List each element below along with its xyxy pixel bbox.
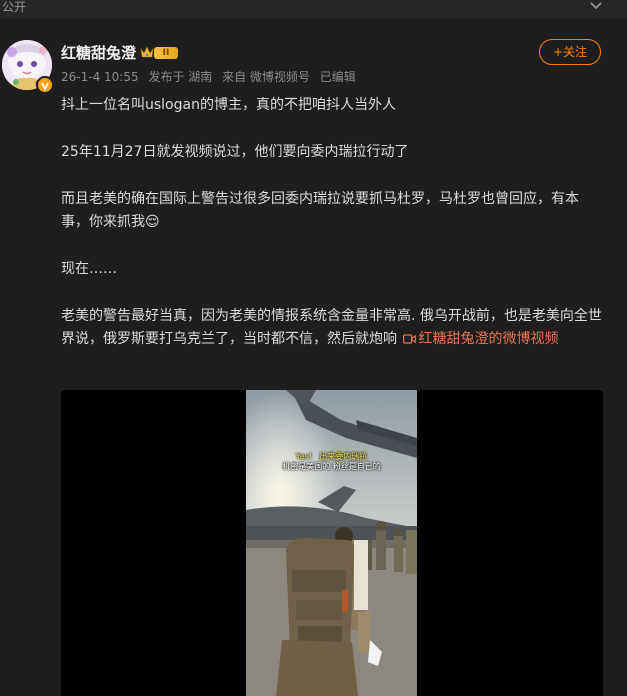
post-paragraph-3-text: 而且老美的确在国际上警告过很多回委内瑞拉说要抓马杜罗，马杜罗也曾回应，有本事，你…: [61, 191, 579, 230]
verified-badge-icon: [36, 76, 54, 94]
relieved-emoji: 😌: [145, 214, 160, 230]
follow-button[interactable]: +关注: [539, 39, 601, 65]
video-link[interactable]: 红糖甜兔澄的微博视频: [401, 331, 558, 347]
video-frame: Yes！ 出来委内瑞拉 机密是美国的 粉丝是自己的: [246, 390, 417, 696]
post-body: 抖上一位名叫uslogan的博主，真的不把咱抖人当外人 25年11月27日就发视…: [61, 94, 606, 351]
chevron-down-icon[interactable]: [589, 0, 603, 12]
video-link-label: 红糖甜兔澄的微博视频: [418, 331, 559, 347]
post-meta: 26-1-4 10:55 发布于 湖南 来自 微博视频号 已编辑: [61, 69, 362, 85]
top-strip: 公开: [0, 0, 627, 18]
video-player[interactable]: Yes！ 出来委内瑞拉 机密是美国的 粉丝是自己的: [61, 390, 603, 696]
post-paragraph-1: 抖上一位名叫uslogan的博主，真的不把咱抖人当外人: [61, 97, 396, 113]
post-edited[interactable]: 已编辑: [320, 70, 356, 84]
post-paragraph-5: 老美的警告最好当真，因为老美的情报系统含金量非常高. 俄乌开战前，也是老美向全世…: [61, 305, 606, 351]
post-location: 发布于 湖南: [148, 70, 213, 84]
visibility-label: 公开: [2, 0, 27, 14]
post-source: 来自 微博视频号: [222, 70, 310, 84]
post-timestamp[interactable]: 26-1-4 10:55: [61, 70, 139, 84]
level-badge: II: [154, 47, 178, 59]
video-subtitle-line-2: 机密是美国的 粉丝是自己的: [282, 462, 381, 471]
post-paragraph-3: 而且老美的确在国际上警告过很多回委内瑞拉说要抓马杜罗，马杜罗也曾回应，有本事，你…: [61, 188, 606, 234]
video-camera-icon: [403, 334, 417, 344]
video-subtitle-line-1: Yes！ 出来委内瑞拉: [295, 452, 368, 461]
video-subtitle: Yes！ 出来委内瑞拉 机密是美国的 粉丝是自己的: [246, 452, 417, 472]
video-still: [246, 390, 417, 696]
post-paragraph-2: 25年11月27日就发视频说过，他们要向委内瑞拉行动了: [61, 144, 409, 160]
crown-icon: [140, 46, 154, 58]
post-paragraph-4: 现在……: [61, 261, 117, 277]
author-name[interactable]: 红糖甜兔澄: [61, 43, 136, 63]
